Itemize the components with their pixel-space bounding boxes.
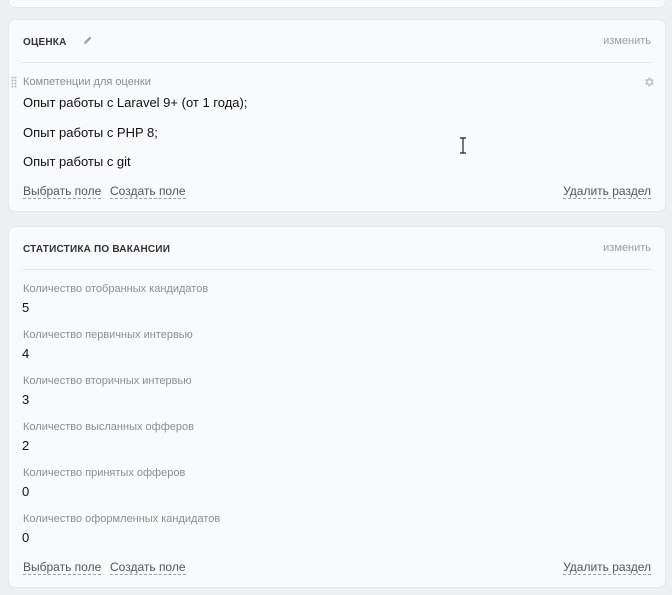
stat-label: Количество высланных офферов	[23, 421, 194, 433]
statistics-footer: Выбрать поле Создать поле Удалить раздел	[23, 561, 651, 575]
evaluation-section-title: ОЦЕНКА	[23, 37, 67, 48]
select-field-link[interactable]: Выбрать поле	[23, 561, 102, 575]
stat-label: Количество вторичных интервью	[23, 375, 192, 387]
statistics-section-header: СТАТИСТИКА ПО ВАКАНСИИ изменить	[23, 227, 651, 270]
gear-icon[interactable]	[643, 76, 655, 88]
stat-label: Количество отобранных кандидатов	[23, 283, 209, 295]
stat-label: Количество принятых офферов	[23, 467, 186, 479]
competencies-field-label: Компетенции для оценки	[23, 76, 151, 88]
competency-line: Опыт работы с Laravel 9+ (от 1 года);	[23, 95, 248, 110]
stat-value: 2	[22, 438, 30, 453]
evaluation-section: ОЦЕНКА изменить Компетенции для оценки О…	[9, 20, 665, 211]
stat-value: 4	[22, 346, 30, 361]
competency-line: Опыт работы с git	[23, 154, 131, 169]
statistics-section-title: СТАТИСТИКА ПО ВАКАНСИИ	[23, 244, 171, 255]
drag-handle-icon[interactable]	[11, 76, 17, 88]
evaluation-section-header: ОЦЕНКА изменить	[23, 20, 651, 63]
stat-value: 5	[22, 300, 30, 315]
stat-value: 0	[22, 530, 30, 545]
delete-section-link[interactable]: Удалить раздел	[563, 561, 651, 575]
statistics-edit-link[interactable]: изменить	[603, 242, 651, 254]
previous-section-card	[9, 0, 665, 7]
text-cursor-icon	[460, 137, 466, 154]
stat-label: Количество первичных интервью	[23, 329, 193, 341]
stat-value: 0	[22, 484, 30, 499]
delete-section-link[interactable]: Удалить раздел	[563, 185, 651, 199]
statistics-section: СТАТИСТИКА ПО ВАКАНСИИ изменить Количест…	[9, 227, 665, 587]
evaluation-edit-link[interactable]: изменить	[603, 35, 651, 47]
create-field-link[interactable]: Создать поле	[110, 185, 186, 199]
select-field-link[interactable]: Выбрать поле	[23, 185, 102, 199]
stat-value: 3	[22, 392, 30, 407]
competency-line: Опыт работы с PHP 8;	[23, 125, 158, 140]
evaluation-footer: Выбрать поле Создать поле Удалить раздел	[23, 185, 651, 199]
create-field-link[interactable]: Создать поле	[110, 561, 186, 575]
stat-label: Количество оформленных кандидатов	[23, 513, 221, 525]
pencil-icon[interactable]	[83, 35, 93, 45]
